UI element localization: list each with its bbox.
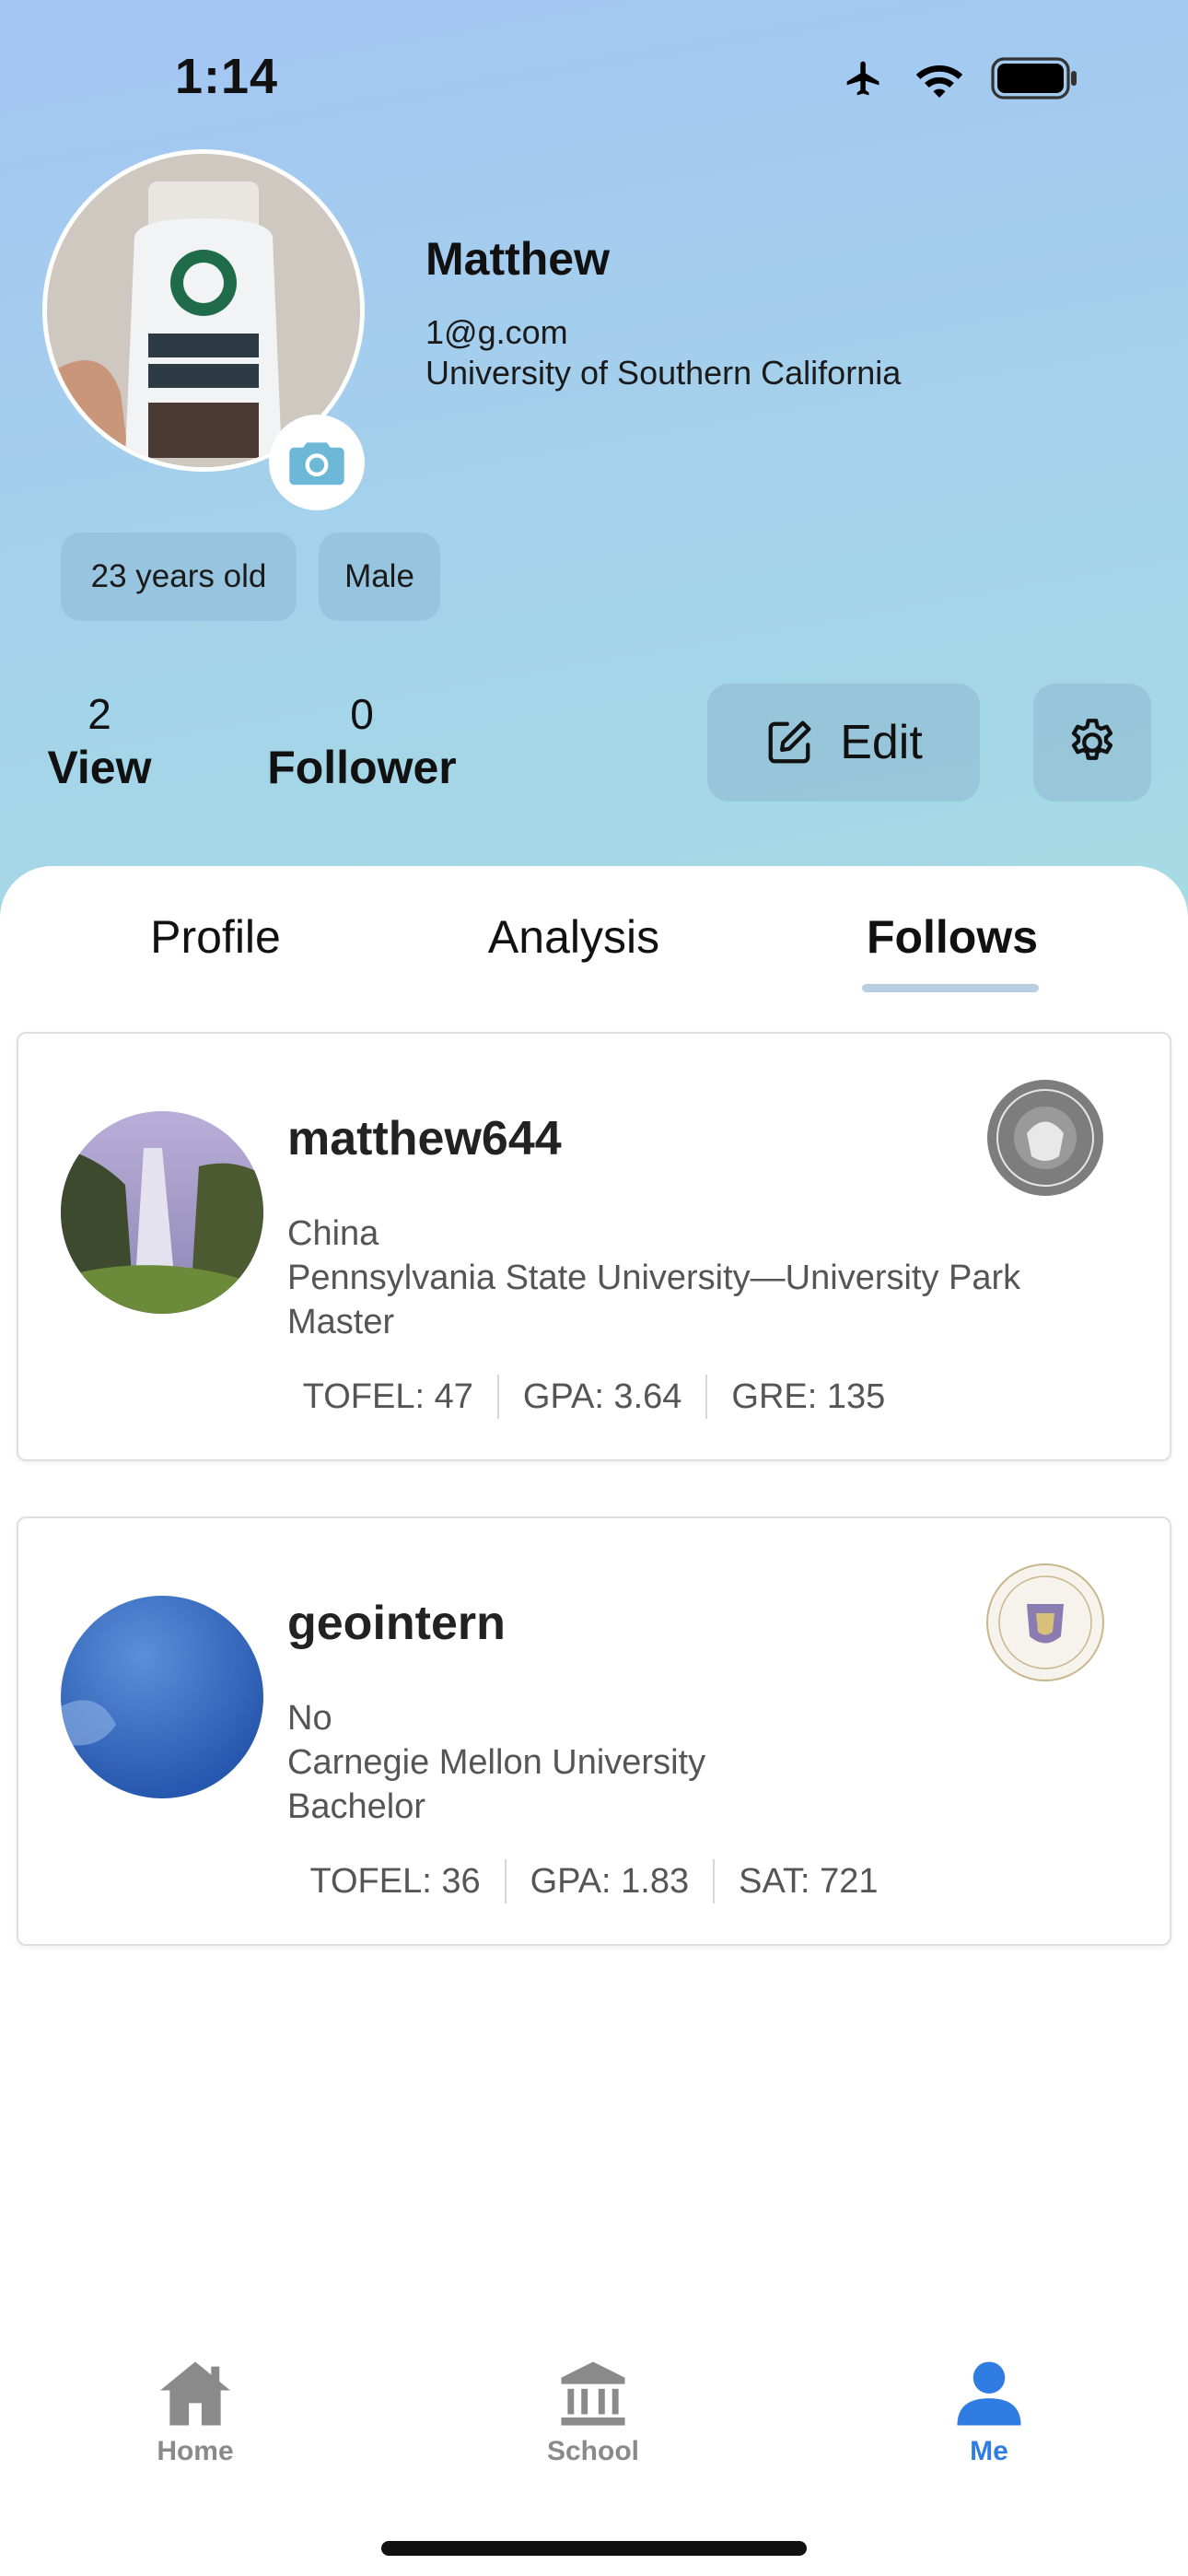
followers-stat[interactable]: 0 Follower (265, 689, 459, 794)
edit-label: Edit (840, 716, 923, 769)
score-item: TOFEL: 47 (302, 1377, 473, 1416)
follow-scores: TOFEL: 36 GPA: 1.83 SAT: 721 (18, 1859, 1170, 1903)
tab-analysis[interactable]: Analysis (460, 910, 687, 964)
airplane-icon (846, 61, 879, 96)
follow-country: No (287, 1699, 332, 1738)
views-label: View (47, 742, 152, 793)
school-seal-icon (985, 1078, 1105, 1198)
followers-label: Follower (267, 742, 457, 793)
nav-school[interactable]: School (510, 2359, 676, 2467)
active-tab-indicator (862, 984, 1039, 992)
tab-follows[interactable]: Follows (851, 910, 1054, 964)
follow-username: matthew644 (287, 1112, 562, 1165)
settings-button[interactable] (1033, 684, 1151, 802)
nav-home[interactable]: Home (112, 2359, 278, 2467)
score-item: GRE: 135 (705, 1375, 909, 1419)
follow-scores: TOFEL: 47 GPA: 3.64 GRE: 135 (18, 1375, 1170, 1419)
follow-avatar-photo (61, 1596, 263, 1798)
change-photo-button[interactable] (269, 415, 365, 510)
person-icon (957, 2361, 1021, 2426)
edit-profile-button[interactable]: Edit (707, 684, 980, 802)
views-count: 2 (87, 690, 111, 738)
follow-card[interactable]: geointern No Carnegie Mellon University … (17, 1516, 1171, 1946)
views-stat[interactable]: 2 View (42, 689, 157, 794)
nav-me-label: Me (970, 2436, 1008, 2466)
follow-avatar[interactable] (61, 1111, 263, 1314)
nav-me[interactable]: Me (906, 2359, 1072, 2467)
profile-avatar-container[interactable] (42, 149, 365, 510)
follow-degree: Bachelor (287, 1787, 425, 1826)
follow-username: geointern (287, 1597, 506, 1650)
score-item: TOFEL: 36 (309, 1862, 481, 1901)
follow-avatar-photo (61, 1111, 263, 1314)
follow-avatar[interactable] (61, 1596, 263, 1798)
score-item: SAT: 721 (713, 1859, 902, 1903)
battery-icon (991, 57, 1077, 100)
profile-email: 1@g.com (425, 313, 568, 351)
follow-degree: Master (287, 1303, 395, 1341)
follow-school: Pennsylvania State University—University… (287, 1259, 1021, 1297)
status-icons (840, 57, 1079, 100)
follow-card[interactable]: matthew644 China Pennsylvania State Univ… (17, 1032, 1171, 1461)
age-chip: 23 years old (61, 533, 297, 621)
edit-icon (768, 720, 811, 764)
gear-icon (1071, 719, 1113, 760)
status-time: 1:14 (175, 49, 279, 104)
nav-school-label: School (546, 2436, 639, 2466)
score-item: GPA: 1.83 (504, 1859, 714, 1903)
nav-home-label: Home (157, 2436, 234, 2466)
gender-chip: Male (319, 533, 440, 621)
school-seal-icon (985, 1563, 1105, 1682)
home-icon (160, 2361, 230, 2426)
school-icon (561, 2361, 625, 2426)
profile-school: University of Southern California (425, 354, 902, 392)
camera-icon (289, 442, 344, 486)
tab-profile[interactable]: Profile (111, 910, 320, 964)
home-indicator (381, 2541, 807, 2556)
follow-school: Carnegie Mellon University (287, 1743, 706, 1782)
follow-country: China (287, 1214, 379, 1253)
followers-count: 0 (350, 690, 374, 738)
wifi-icon (915, 65, 963, 98)
profile-name: Matthew (425, 233, 610, 285)
score-item: GPA: 3.64 (496, 1375, 706, 1419)
